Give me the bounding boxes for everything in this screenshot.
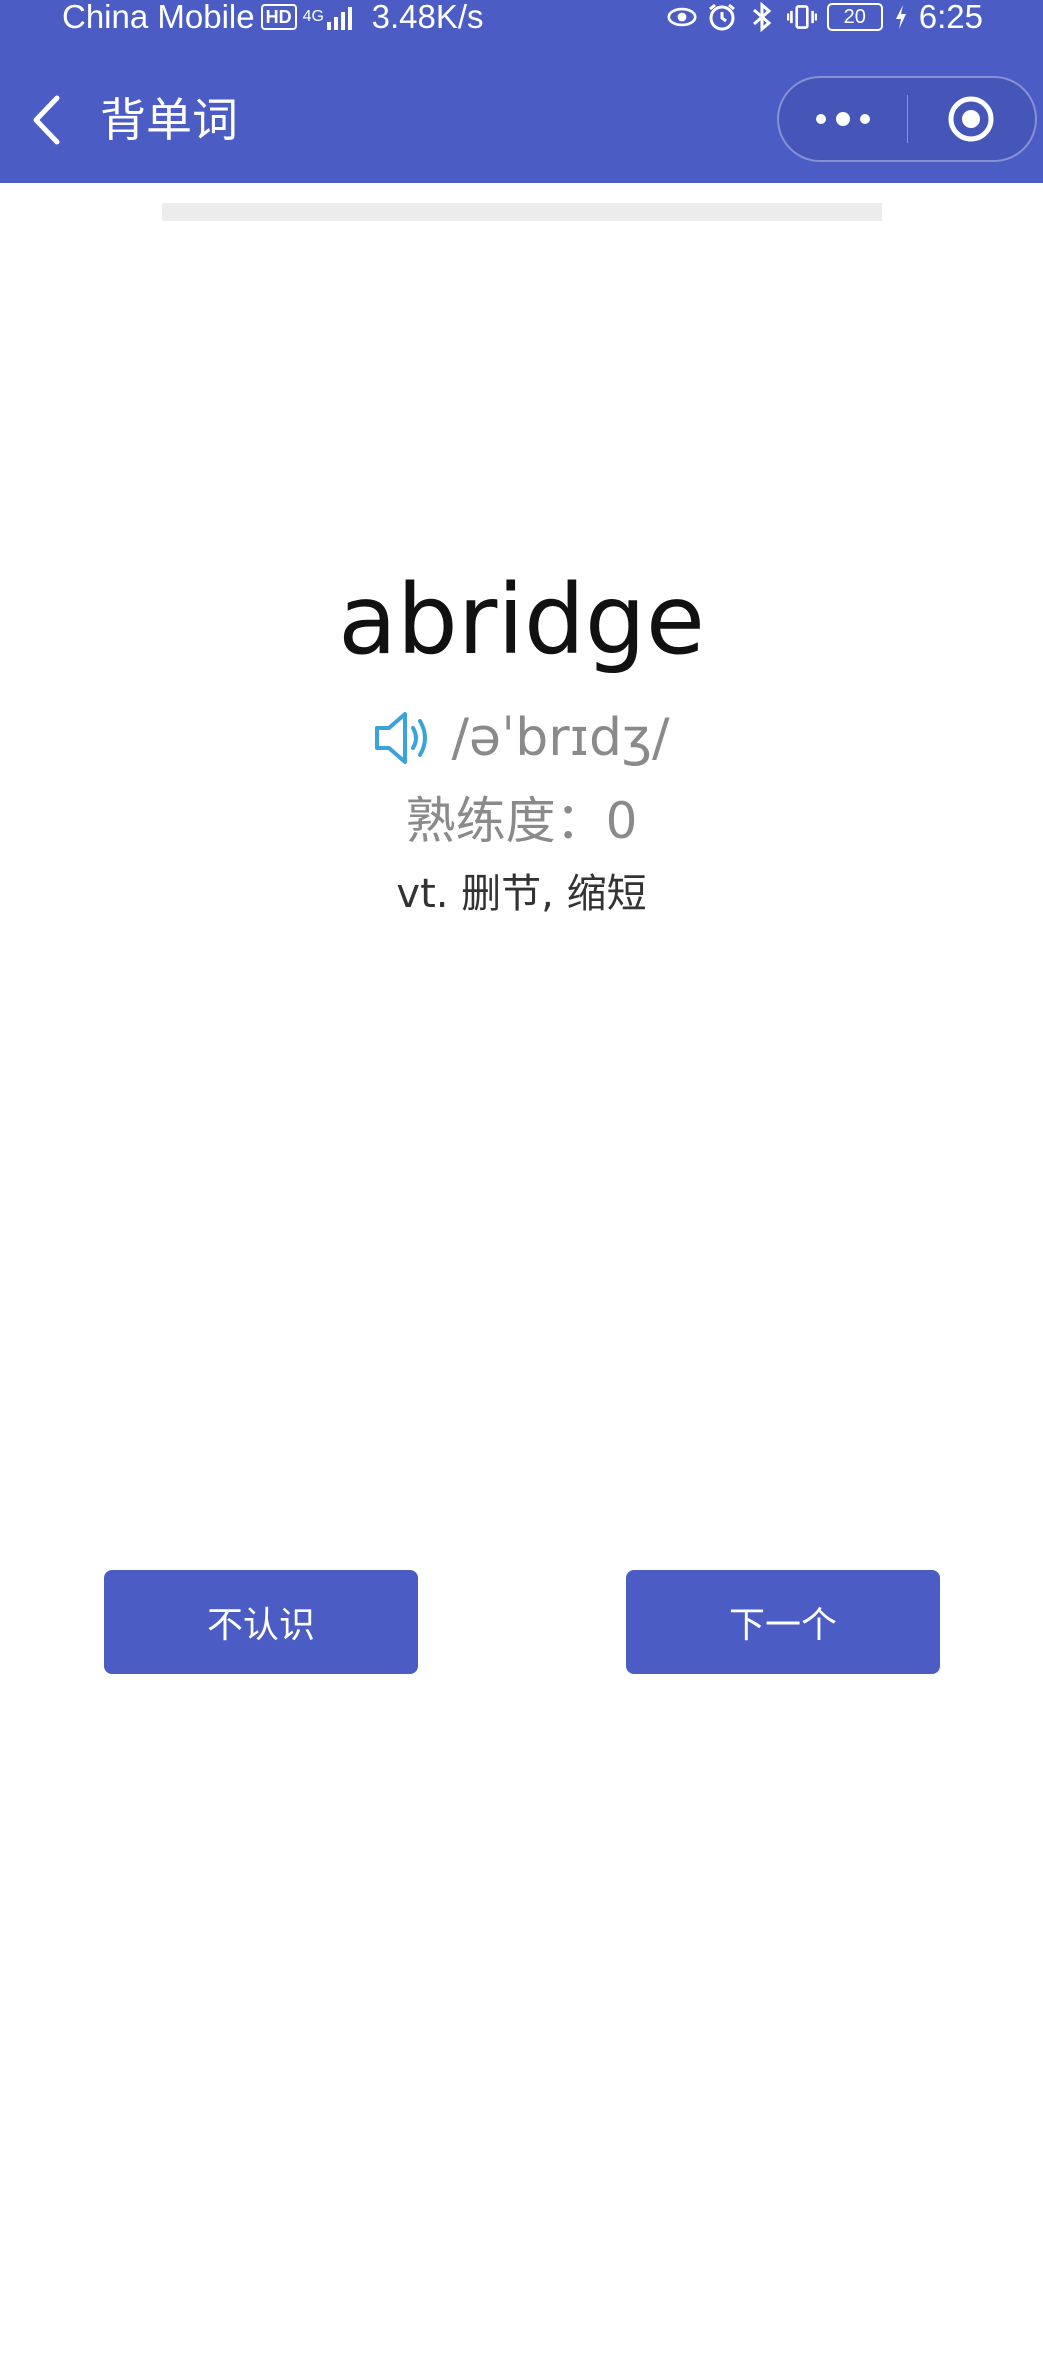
clock-time: 6:25 [918,0,983,35]
hd-icon: HD [260,4,297,30]
vibrate-icon [786,2,817,32]
charging-icon [893,2,909,32]
progress-bar [162,203,882,221]
top-bar: China Mobile HD 4G 3.48K/s 20 6:25 背单词 [0,0,1043,183]
unknown-button[interactable]: 不认识 [104,1570,418,1674]
mini-program-capsule [777,76,1037,162]
phonetic-text: /əˈbrɪdʒ/ [451,708,670,768]
more-button[interactable] [779,78,907,160]
alarm-icon [707,2,737,32]
meaning-text: vt. 删节, 缩短 [396,871,647,917]
battery-icon: 20 [826,3,883,31]
status-left: China Mobile HD 4G 3.48K/s [62,0,484,36]
bluetooth-icon [747,2,777,32]
network-speed: 3.48K/s [371,0,484,35]
network-type: 4G [302,8,324,25]
eye-icon [667,2,697,32]
signal-icon [326,4,352,30]
proficiency: 熟练度：0 [0,786,1043,856]
status-right: 20 6:25 [667,0,983,36]
next-button[interactable]: 下一个 [626,1570,940,1674]
back-button[interactable] [18,88,74,152]
more-dots-icon [816,112,870,126]
navigation-bar: 背单词 [0,60,1043,183]
close-mini-program-button[interactable] [908,78,1035,160]
phonetic-row: /əˈbrɪdʒ/ [0,708,1043,768]
word-text: abridge [338,564,705,676]
page-title: 背单词 [100,93,238,147]
page: China Mobile HD 4G 3.48K/s 20 6:25 背单词 a… [0,0,1043,2363]
proficiency-label: 熟练度： [405,792,606,850]
speaker-icon[interactable] [373,708,437,768]
target-circle-icon [948,96,994,142]
chevron-left-icon [33,95,60,145]
carrier-name: China Mobile [62,0,255,35]
proficiency-value: 0 [605,792,638,850]
status-bar: China Mobile HD 4G 3.48K/s 20 6:25 [0,0,1043,40]
